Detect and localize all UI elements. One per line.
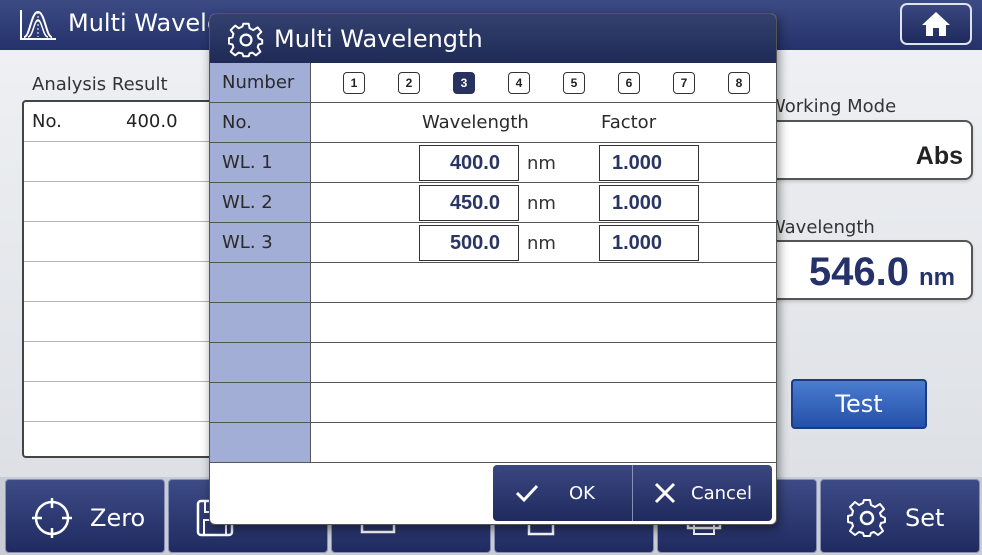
table-row[interactable] bbox=[24, 222, 220, 262]
cancel-label: Cancel bbox=[691, 483, 752, 504]
set-button[interactable]: Set bbox=[820, 479, 980, 553]
table-row[interactable] bbox=[24, 382, 220, 422]
crosshair-icon bbox=[32, 498, 72, 538]
close-icon bbox=[654, 482, 676, 504]
spectrum-icon bbox=[20, 10, 56, 40]
zero-button[interactable]: Zero bbox=[5, 479, 165, 553]
wavelength-row-label: WL. 2 bbox=[222, 192, 273, 213]
column-header-factor: Factor bbox=[601, 112, 657, 133]
table-row[interactable] bbox=[24, 182, 220, 222]
empty-row bbox=[210, 263, 776, 303]
number-tab-7[interactable]: 7 bbox=[673, 72, 695, 94]
wavelength-input[interactable]: 450.0 bbox=[419, 185, 519, 221]
home-icon bbox=[922, 12, 950, 36]
column-header-value: 400.0 bbox=[126, 111, 178, 132]
working-mode-field[interactable]: Abs bbox=[752, 120, 973, 180]
number-tab-4[interactable]: 4 bbox=[508, 72, 530, 94]
wavelength-row-label: WL. 3 bbox=[222, 232, 273, 253]
working-mode-label: Working Mode bbox=[768, 96, 897, 117]
table-row[interactable] bbox=[24, 142, 220, 182]
wavelength-unit: nm bbox=[919, 264, 955, 291]
factor-input[interactable]: 1.000 bbox=[599, 225, 699, 261]
number-row: Number 1 2 3 4 5 6 7 8 bbox=[210, 63, 776, 103]
wavelength-row-label: WL. 1 bbox=[222, 152, 273, 173]
number-tab-2[interactable]: 2 bbox=[398, 72, 420, 94]
number-tab-8[interactable]: 8 bbox=[728, 72, 750, 94]
table-row[interactable] bbox=[24, 302, 220, 342]
analysis-result-table: No. 400.0 bbox=[22, 100, 222, 458]
wavelength-label: Wavelength bbox=[768, 217, 875, 238]
page-title: Multi Wavele bbox=[68, 9, 222, 37]
factor-input[interactable]: 1.000 bbox=[599, 145, 699, 181]
wavelength-row: WL. 2 450.0 nm 1.000 bbox=[210, 183, 776, 223]
gear-icon bbox=[847, 499, 886, 537]
dialog-title: Multi Wavelength bbox=[274, 25, 483, 53]
empty-row bbox=[210, 423, 776, 463]
multi-wavelength-dialog: Multi Wavelength Number 1 2 3 4 5 6 7 8 … bbox=[209, 13, 777, 525]
table-row[interactable] bbox=[24, 342, 220, 382]
number-tab-3[interactable]: 3 bbox=[453, 72, 475, 94]
wavelength-unit: nm bbox=[527, 193, 556, 214]
home-button[interactable] bbox=[900, 3, 972, 45]
factor-input[interactable]: 1.000 bbox=[599, 185, 699, 221]
ok-button[interactable]: OK bbox=[493, 465, 632, 521]
column-header-no: No. bbox=[32, 111, 62, 132]
gear-icon bbox=[228, 22, 264, 58]
number-label: Number bbox=[222, 72, 295, 93]
dialog-footer: OK Cancel bbox=[493, 465, 772, 521]
empty-row bbox=[210, 383, 776, 423]
wavelength-value: 546.0 bbox=[808, 250, 909, 294]
empty-row bbox=[210, 303, 776, 343]
number-tab-1[interactable]: 1 bbox=[343, 72, 365, 94]
table-row: No. 400.0 bbox=[24, 102, 220, 142]
column-header-wavelength: Wavelength bbox=[422, 112, 529, 133]
dialog-header: Multi Wavelength bbox=[210, 14, 776, 63]
wavelength-input[interactable]: 500.0 bbox=[419, 225, 519, 261]
wavelength-field[interactable]: 546.0 nm bbox=[752, 240, 973, 300]
working-mode-value: Abs bbox=[915, 142, 963, 170]
column-header-no: No. bbox=[222, 112, 252, 133]
column-header-row: No. Wavelength Factor bbox=[210, 103, 776, 143]
test-button[interactable]: Test bbox=[791, 379, 927, 429]
set-label: Set bbox=[905, 504, 945, 532]
analysis-result-label: Analysis Result bbox=[32, 74, 168, 95]
wavelength-row: WL. 1 400.0 nm 1.000 bbox=[210, 143, 776, 183]
ok-label: OK bbox=[569, 483, 595, 504]
wavelength-unit: nm bbox=[527, 233, 556, 254]
number-tab-5[interactable]: 5 bbox=[563, 72, 585, 94]
wavelength-row: WL. 3 500.0 nm 1.000 bbox=[210, 223, 776, 263]
table-row[interactable] bbox=[24, 262, 220, 302]
check-icon bbox=[515, 484, 539, 503]
number-tab-6[interactable]: 6 bbox=[618, 72, 640, 94]
zero-label: Zero bbox=[90, 504, 146, 532]
empty-row bbox=[210, 343, 776, 383]
wavelength-input[interactable]: 400.0 bbox=[419, 145, 519, 181]
wavelength-unit: nm bbox=[527, 153, 556, 174]
cancel-button[interactable]: Cancel bbox=[632, 465, 771, 521]
